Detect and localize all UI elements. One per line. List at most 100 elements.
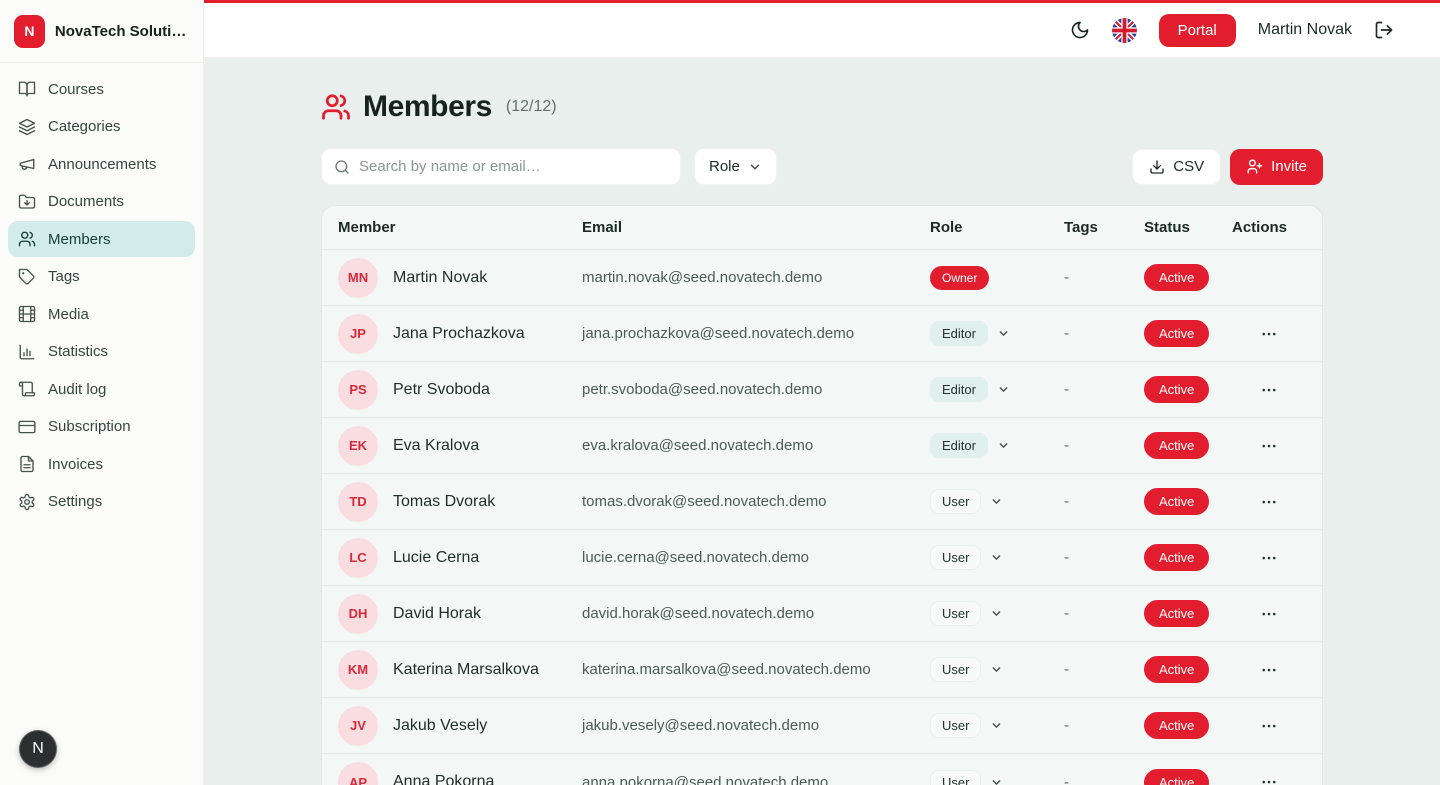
sidebar-item-courses[interactable]: Courses (8, 71, 195, 107)
sidebar-item-label: Audit log (48, 381, 106, 398)
invite-label: Invite (1271, 158, 1307, 175)
actions-cell (1232, 657, 1306, 683)
main-content: Members (12/12) Role (204, 58, 1440, 785)
ellipsis-icon (1260, 325, 1278, 343)
member-name: Jakub Vesely (393, 717, 487, 735)
status-badge: Active (1144, 376, 1209, 403)
role-select[interactable]: Editor (930, 321, 1010, 346)
member-email: david.horak@seed.novatech.demo (582, 605, 930, 622)
role-value: User (930, 601, 981, 626)
sidebar-item-documents[interactable]: Documents (8, 184, 195, 220)
status-badge: Active (1144, 656, 1209, 683)
row-actions-menu-button[interactable] (1256, 321, 1282, 347)
invite-button[interactable]: Invite (1230, 149, 1323, 185)
sidebar-item-label: Invoices (48, 456, 103, 473)
sidebar-item-media[interactable]: Media (8, 296, 195, 332)
member-cell: EK Eva Kralova (338, 426, 582, 466)
row-actions-menu-button[interactable] (1256, 489, 1282, 515)
role-value: Editor (930, 433, 988, 458)
toolbar: Role CSV Invite (321, 148, 1323, 185)
column-header-role: Role (930, 219, 1064, 236)
sidebar-item-audit-log[interactable]: Audit log (8, 371, 195, 407)
role-select[interactable]: User (930, 770, 1003, 785)
table-row: JP Jana Prochazkova jana.prochazkova@see… (322, 306, 1322, 362)
actions-cell (1232, 489, 1306, 515)
status-badge: Active (1144, 320, 1209, 347)
role-select[interactable]: Editor (930, 377, 1010, 402)
status-badge: Active (1144, 488, 1209, 515)
sidebar-item-subscription[interactable]: Subscription (8, 409, 195, 445)
role-select[interactable]: Editor (930, 433, 1010, 458)
search-input[interactable] (359, 158, 668, 175)
avatar: DH (338, 594, 378, 634)
avatar: PS (338, 370, 378, 410)
sidebar-item-categories[interactable]: Categories (8, 109, 195, 145)
sidebar-item-members[interactable]: Members (8, 221, 195, 257)
sidebar-item-announcements[interactable]: Announcements (8, 146, 195, 182)
row-actions-menu-button[interactable] (1256, 377, 1282, 403)
megaphone-icon (18, 155, 36, 173)
sidebar-item-tags[interactable]: Tags (8, 259, 195, 295)
row-actions-menu-button[interactable] (1256, 545, 1282, 571)
logout-button[interactable] (1374, 20, 1394, 40)
credit-card-icon (18, 418, 36, 436)
member-cell: DH David Horak (338, 594, 582, 634)
role-cell: User (930, 489, 1064, 514)
role-select[interactable]: User (930, 545, 1003, 570)
tags-value: - (1064, 437, 1144, 454)
chevron-down-icon (990, 607, 1003, 620)
member-name: Lucie Cerna (393, 549, 479, 567)
portal-button[interactable]: Portal (1159, 14, 1236, 47)
status-cell: Active (1144, 656, 1232, 683)
row-actions-menu-button[interactable] (1256, 657, 1282, 683)
status-badge: Active (1144, 712, 1209, 739)
role-select[interactable]: User (930, 713, 1003, 738)
language-flag-uk[interactable] (1112, 18, 1137, 43)
chevron-down-icon (990, 719, 1003, 732)
role-cell: User (930, 545, 1064, 570)
actions-cell (1232, 601, 1306, 627)
sidebar-item-settings[interactable]: Settings (8, 484, 195, 520)
member-email: jana.prochazkova@seed.novatech.demo (582, 325, 930, 342)
column-header-email: Email (582, 219, 930, 236)
row-actions-menu-button[interactable] (1256, 601, 1282, 627)
sidebar-item-label: Subscription (48, 418, 131, 435)
status-badge: Active (1144, 544, 1209, 571)
sidebar-item-statistics[interactable]: Statistics (8, 334, 195, 370)
status-badge: Active (1144, 432, 1209, 459)
role-select[interactable]: User (930, 601, 1003, 626)
dark-mode-toggle[interactable] (1070, 20, 1090, 40)
members-icon (321, 92, 351, 122)
column-header-member: Member (338, 219, 582, 236)
member-cell: JP Jana Prochazkova (338, 314, 582, 354)
member-name: Katerina Marsalkova (393, 661, 539, 679)
sidebar-item-label: Media (48, 306, 89, 323)
row-actions-menu-button[interactable] (1256, 713, 1282, 739)
row-actions-menu-button[interactable] (1256, 433, 1282, 459)
members-table: Member Email Role Tags Status Actions MN… (321, 205, 1323, 785)
book-open-icon (18, 80, 36, 98)
role-filter-dropdown[interactable]: Role (694, 148, 777, 185)
role-select[interactable]: User (930, 489, 1003, 514)
status-cell: Active (1144, 432, 1232, 459)
logout-icon (1374, 20, 1394, 40)
status-badge: Active (1144, 264, 1209, 291)
avatar: MN (338, 258, 378, 298)
member-name: Tomas Dvorak (393, 493, 495, 511)
sidebar-item-label: Settings (48, 493, 102, 510)
dev-badge-button[interactable]: N (19, 730, 57, 768)
role-value: User (930, 770, 981, 785)
status-cell: Active (1144, 264, 1232, 291)
brand[interactable]: N NovaTech Solutions (0, 0, 203, 63)
column-header-tags: Tags (1064, 219, 1144, 236)
gear-icon (18, 493, 36, 511)
row-actions-menu-button[interactable] (1256, 769, 1282, 785)
status-cell: Active (1144, 376, 1232, 403)
role-select[interactable]: User (930, 657, 1003, 682)
avatar: LC (338, 538, 378, 578)
role-value: User (930, 489, 981, 514)
export-csv-button[interactable]: CSV (1132, 149, 1221, 185)
sidebar-item-invoices[interactable]: Invoices (8, 446, 195, 482)
actions-cell (1232, 545, 1306, 571)
member-email: martin.novak@seed.novatech.demo (582, 269, 930, 286)
